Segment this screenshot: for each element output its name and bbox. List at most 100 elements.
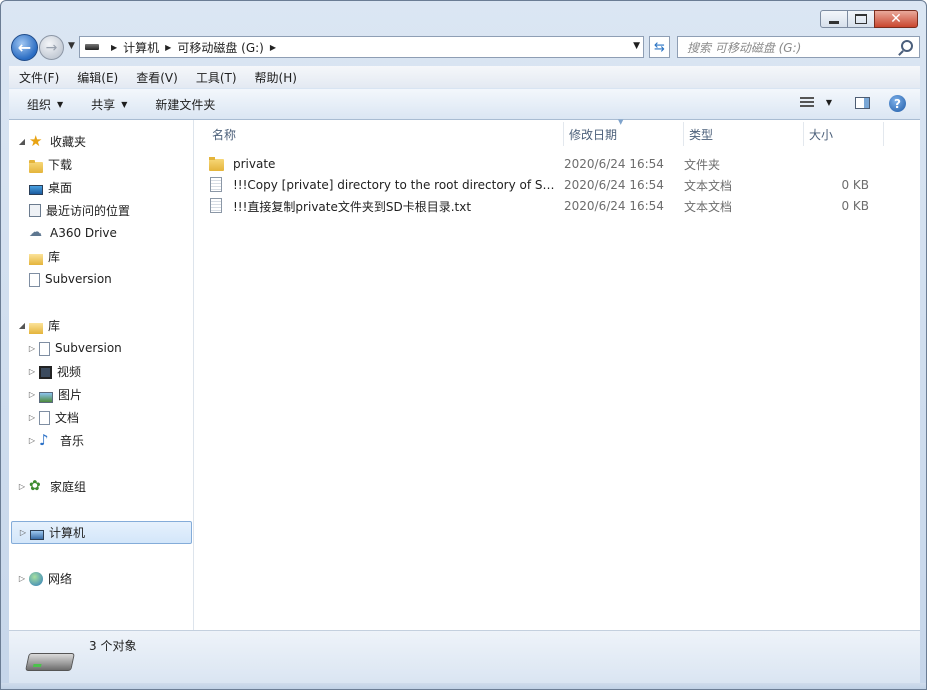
network-icon xyxy=(29,572,43,586)
file-name: !!!直接复制private文件夹到SD卡根目录.txt xyxy=(233,199,472,214)
expand-arrow-icon[interactable]: ◢ xyxy=(17,137,27,146)
explorer-window: ✕ ← → ▼ ▶ 计算机 ▶ 可移动磁盘 (G:) ▶ ▼ ⇆ 搜索 可移动磁… xyxy=(0,0,927,690)
minimize-button[interactable] xyxy=(820,10,848,28)
nav-network[interactable]: ▷ 网络 xyxy=(17,568,72,588)
nav-label: 库 xyxy=(48,318,61,333)
file-date: 2020/6/24 16:54 xyxy=(564,178,664,192)
nav-label: 音乐 xyxy=(60,433,85,448)
breadcrumb-separator-icon[interactable]: ▶ xyxy=(111,43,117,52)
help-icon[interactable]: ? xyxy=(889,95,906,112)
folder-icon xyxy=(209,156,225,172)
nav-label: Subversion xyxy=(45,272,112,286)
file-row-chinese-readme[interactable]: !!!直接复制private文件夹到SD卡根目录.txt 2020/6/24 1… xyxy=(207,196,917,216)
collapse-arrow-icon[interactable]: ▷ xyxy=(27,390,37,399)
command-bar: 组织 ▼ 共享 ▼ 新建文件夹 ▼ ? xyxy=(9,89,920,120)
nav-a360-drive[interactable]: ☁ A360 Drive xyxy=(27,223,117,243)
main-area: ◢ ★ 收藏夹 下载 桌面 最近访问的位置 ☁ A360 Drive 库 Sub… xyxy=(9,118,920,631)
nav-lib-documents[interactable]: ▷ 文档 xyxy=(27,407,79,427)
nav-label: A360 Drive xyxy=(50,226,117,240)
column-header-date[interactable]: 修改日期 xyxy=(564,122,684,146)
organize-label: 组织 xyxy=(27,97,52,112)
navigation-bar: ← → ▼ ▶ 计算机 ▶ 可移动磁盘 (G:) ▶ ▼ ⇆ 搜索 可移动磁盘 … xyxy=(9,33,920,61)
homegroup-icon: ✿ xyxy=(29,478,41,494)
menu-view[interactable]: 查看(V) xyxy=(126,69,186,86)
column-label: 大小 xyxy=(809,127,834,142)
share-label: 共享 xyxy=(91,97,116,112)
documents-icon xyxy=(39,411,50,425)
nav-recent-places[interactable]: 最近访问的位置 xyxy=(27,200,130,220)
nav-lib-videos[interactable]: ▷ 视频 xyxy=(27,361,81,381)
menu-file[interactable]: 文件(F) xyxy=(9,69,67,86)
history-dropdown-icon[interactable]: ▼ xyxy=(68,41,75,51)
file-date: 2020/6/24 16:54 xyxy=(564,157,664,171)
nav-label: 网络 xyxy=(48,571,73,586)
forward-button[interactable]: → xyxy=(39,35,64,60)
nav-label: 最近访问的位置 xyxy=(46,203,131,218)
collapse-arrow-icon[interactable]: ▷ xyxy=(27,436,37,445)
caption-buttons: ✕ xyxy=(820,10,918,28)
breadcrumb-drive[interactable]: 可移动磁盘 (G:) xyxy=(177,39,264,56)
address-bar[interactable]: ▶ 计算机 ▶ 可移动磁盘 (G:) ▶ ▼ xyxy=(79,36,644,58)
chevron-down-icon: ▼ xyxy=(121,99,128,109)
menu-edit[interactable]: 编辑(E) xyxy=(67,69,126,86)
nav-libraries[interactable]: ◢ 库 xyxy=(17,315,60,335)
computer-icon xyxy=(30,529,44,540)
collapse-arrow-icon[interactable]: ▷ xyxy=(27,413,37,422)
menu-help[interactable]: 帮助(H) xyxy=(245,69,305,86)
nav-lib-pictures[interactable]: ▷ 图片 xyxy=(27,384,82,404)
details-pane: 3 个对象 xyxy=(9,631,920,683)
close-button[interactable]: ✕ xyxy=(874,10,918,28)
nav-fav-subversion[interactable]: Subversion xyxy=(27,269,112,289)
collapse-arrow-icon[interactable]: ▷ xyxy=(27,367,37,376)
nav-downloads[interactable]: 下载 xyxy=(27,154,72,174)
share-button[interactable]: 共享 ▼ xyxy=(73,96,137,113)
text-file-icon xyxy=(209,177,225,193)
back-button[interactable]: ← xyxy=(11,34,38,61)
video-icon xyxy=(39,365,52,379)
column-header-type[interactable]: 类型 xyxy=(684,122,804,146)
nav-lib-subversion[interactable]: ▷ Subversion xyxy=(27,338,122,358)
refresh-icon: ⇆ xyxy=(654,39,665,55)
nav-fav-libraries[interactable]: 库 xyxy=(27,246,60,266)
column-header-size[interactable]: 大小 xyxy=(804,122,884,146)
breadcrumb-separator-icon[interactable]: ▶ xyxy=(270,43,276,52)
file-name: private xyxy=(233,157,276,171)
address-dropdown-icon[interactable]: ▼ xyxy=(633,41,640,51)
collapse-arrow-icon[interactable]: ▷ xyxy=(17,574,27,583)
collapse-arrow-icon[interactable]: ▷ xyxy=(18,528,28,537)
nav-lib-music[interactable]: ▷ ♪ 音乐 xyxy=(27,430,84,450)
file-type: 文本文档 xyxy=(684,178,733,193)
file-row-private[interactable]: private 2020/6/24 16:54 文件夹 xyxy=(207,154,917,174)
nav-homegroup[interactable]: ▷ ✿ 家庭组 xyxy=(17,476,86,496)
refresh-button[interactable]: ⇆ xyxy=(649,36,670,58)
downloads-folder-icon xyxy=(29,159,43,173)
breadcrumb-separator-icon[interactable]: ▶ xyxy=(165,43,171,52)
removable-drive-icon xyxy=(25,653,75,671)
cloud-drive-icon: ☁ xyxy=(29,225,42,240)
file-row-copy-readme[interactable]: !!!Copy [private] directory to the root … xyxy=(207,175,917,195)
music-icon: ♪ xyxy=(39,431,49,449)
maximize-button[interactable] xyxy=(847,10,875,28)
file-type: 文本文档 xyxy=(684,199,733,214)
expand-arrow-icon[interactable]: ◢ xyxy=(17,321,27,330)
search-input[interactable]: 搜索 可移动磁盘 (G:) xyxy=(677,36,920,58)
preview-pane-icon[interactable] xyxy=(855,97,870,109)
subversion-icon xyxy=(39,342,50,356)
nav-computer[interactable]: ▷ 计算机 xyxy=(11,521,192,544)
organize-button[interactable]: 组织 ▼ xyxy=(9,96,73,113)
nav-favorites[interactable]: ◢ ★ 收藏夹 xyxy=(17,131,86,151)
breadcrumb-computer[interactable]: 计算机 xyxy=(123,39,159,56)
collapse-arrow-icon[interactable]: ▷ xyxy=(17,482,27,491)
column-header-name[interactable]: 名称 xyxy=(200,122,564,146)
menu-tools[interactable]: 工具(T) xyxy=(186,69,245,86)
nav-desktop[interactable]: 桌面 xyxy=(27,177,72,197)
close-icon: ✕ xyxy=(890,11,902,27)
collapse-arrow-icon[interactable]: ▷ xyxy=(27,344,37,353)
search-icon[interactable] xyxy=(901,40,913,52)
column-label: 类型 xyxy=(689,127,714,142)
change-view-button[interactable]: ▼ xyxy=(799,97,832,108)
file-size: 0 KB xyxy=(841,199,869,213)
back-arrow-icon: ← xyxy=(17,38,32,57)
file-name: !!!Copy [private] directory to the root … xyxy=(233,178,563,192)
new-folder-button[interactable]: 新建文件夹 xyxy=(137,96,225,113)
